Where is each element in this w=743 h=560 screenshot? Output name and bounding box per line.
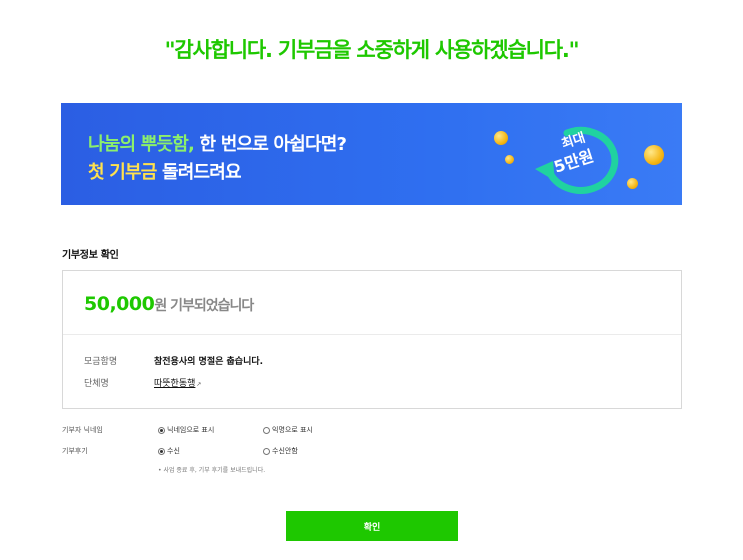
nickname-option-label: 기부자 닉네임 [62,426,103,434]
radio-label: 수신 [167,447,180,455]
external-link-icon: ↗ [196,381,202,388]
donation-amount-suffix: 원 기부되었습니다 [154,298,254,314]
confirm-button[interactable]: 확인 [286,511,458,541]
radio-icon [263,447,270,455]
radio-label: 수신안함 [272,447,298,455]
radio-anonymous[interactable]: 익명으로 표시 [263,425,313,435]
radio-icon [263,426,270,434]
radio-icon [158,426,165,434]
radio-label: 닉네임으로 표시 [167,426,215,434]
donation-amount: 50,000 [84,293,155,315]
radio-decline-postscript[interactable]: 수신안함 [263,446,298,456]
coin-icon [505,155,514,164]
fundraiser-label: 모금함명 [84,357,118,367]
group-row: 단체명 따뜻한동행↗ [84,376,201,389]
section-title: 기부정보 확인 [62,250,119,261]
fundraiser-row: 모금함명 참전용사의 명절은 춥습니다. [84,354,263,367]
radio-show-nickname[interactable]: 닉네임으로 표시 [158,425,214,435]
donation-info-box: 50,000원 기부되었습니다 모금함명 참전용사의 명절은 춥습니다. 단체명 따… [62,270,682,409]
radio-label: 익명으로 표시 [272,426,313,434]
banner-line-1: 나눔의 뿌듯함, 한 번으로 아쉽다면? [88,130,347,156]
banner-line-2-highlight: 첫 기부금 [88,162,157,183]
group-label: 단체명 [84,379,109,389]
thank-you-headline: "감사합니다. 기부금을 소중하게 사용하겠습니다." [164,38,580,62]
coin-icon [494,131,508,145]
banner-line-1-highlight: 나눔의 뿌듯함, [88,134,195,155]
first-donation-refund-banner[interactable]: 나눔의 뿌듯함, 한 번으로 아쉽다면? 첫 기부금 돌려드려요 최대 5만원 [61,103,682,205]
postscript-option-label: 기부후기 [62,447,88,455]
group-link[interactable]: 따뜻한동행 [154,379,195,389]
radio-receive-postscript[interactable]: 수신 [158,446,180,456]
divider [63,334,681,335]
coin-icon [644,145,664,165]
postscript-notice: • 사업 종료 후, 기부 후기를 보내드립니다. [158,467,266,474]
banner-line-2-text: 돌려드려요 [156,162,242,183]
radio-icon [158,447,165,455]
donation-amount-row: 50,000원 기부되었습니다 [84,293,254,315]
banner-line-1-text: 한 번으로 아쉽다면? [194,134,347,155]
fundraiser-value: 참전용사의 명절은 춥습니다. [154,357,264,367]
banner-line-2: 첫 기부금 돌려드려요 [88,158,242,184]
